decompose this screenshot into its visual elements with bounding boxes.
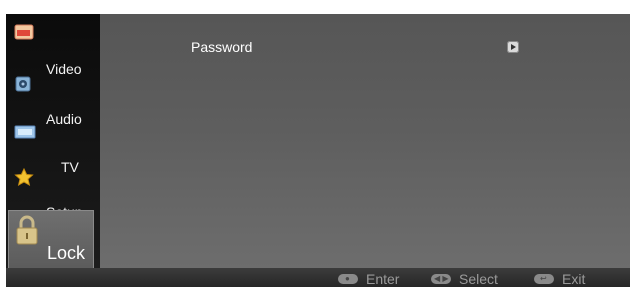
return-key-icon: ↩ (534, 274, 554, 284)
menu-item-video[interactable]: Video (6, 24, 100, 77)
menu-item-video-label: Video (46, 61, 82, 77)
password-option[interactable]: Password (100, 36, 630, 58)
audio-icon (14, 76, 34, 92)
menu-item-audio[interactable]: Audio (6, 76, 100, 127)
hint-enter-label: Enter (366, 271, 400, 287)
ok-key-icon: ● (338, 274, 358, 284)
menu-item-setup[interactable]: Setup (6, 167, 100, 220)
menu-item-tv[interactable]: TV (6, 124, 100, 175)
hint-select: ◀ ▶ Select (431, 269, 521, 287)
arrow-right-icon[interactable] (507, 41, 519, 53)
hint-enter: ● Enter (338, 269, 418, 287)
video-icon (14, 24, 34, 40)
hint-select-label: Select (459, 271, 498, 287)
star-icon (14, 167, 34, 186)
menu-item-lock-label: Lock (47, 243, 86, 263)
key-hint-bar: ● Enter ◀ ▶ Select ↩ Exit (6, 268, 630, 287)
nav-keys-icon: ◀ ▶ (431, 274, 451, 284)
hint-exit: ↩ Exit (534, 269, 604, 287)
password-label: Password (191, 39, 253, 55)
lock-icon (15, 215, 39, 245)
main-menu-sidebar: Video Audio TV Setup (6, 14, 100, 280)
lock-settings-panel: Password (100, 14, 630, 268)
hint-exit-label: Exit (562, 271, 586, 287)
tv-icon (14, 124, 36, 140)
